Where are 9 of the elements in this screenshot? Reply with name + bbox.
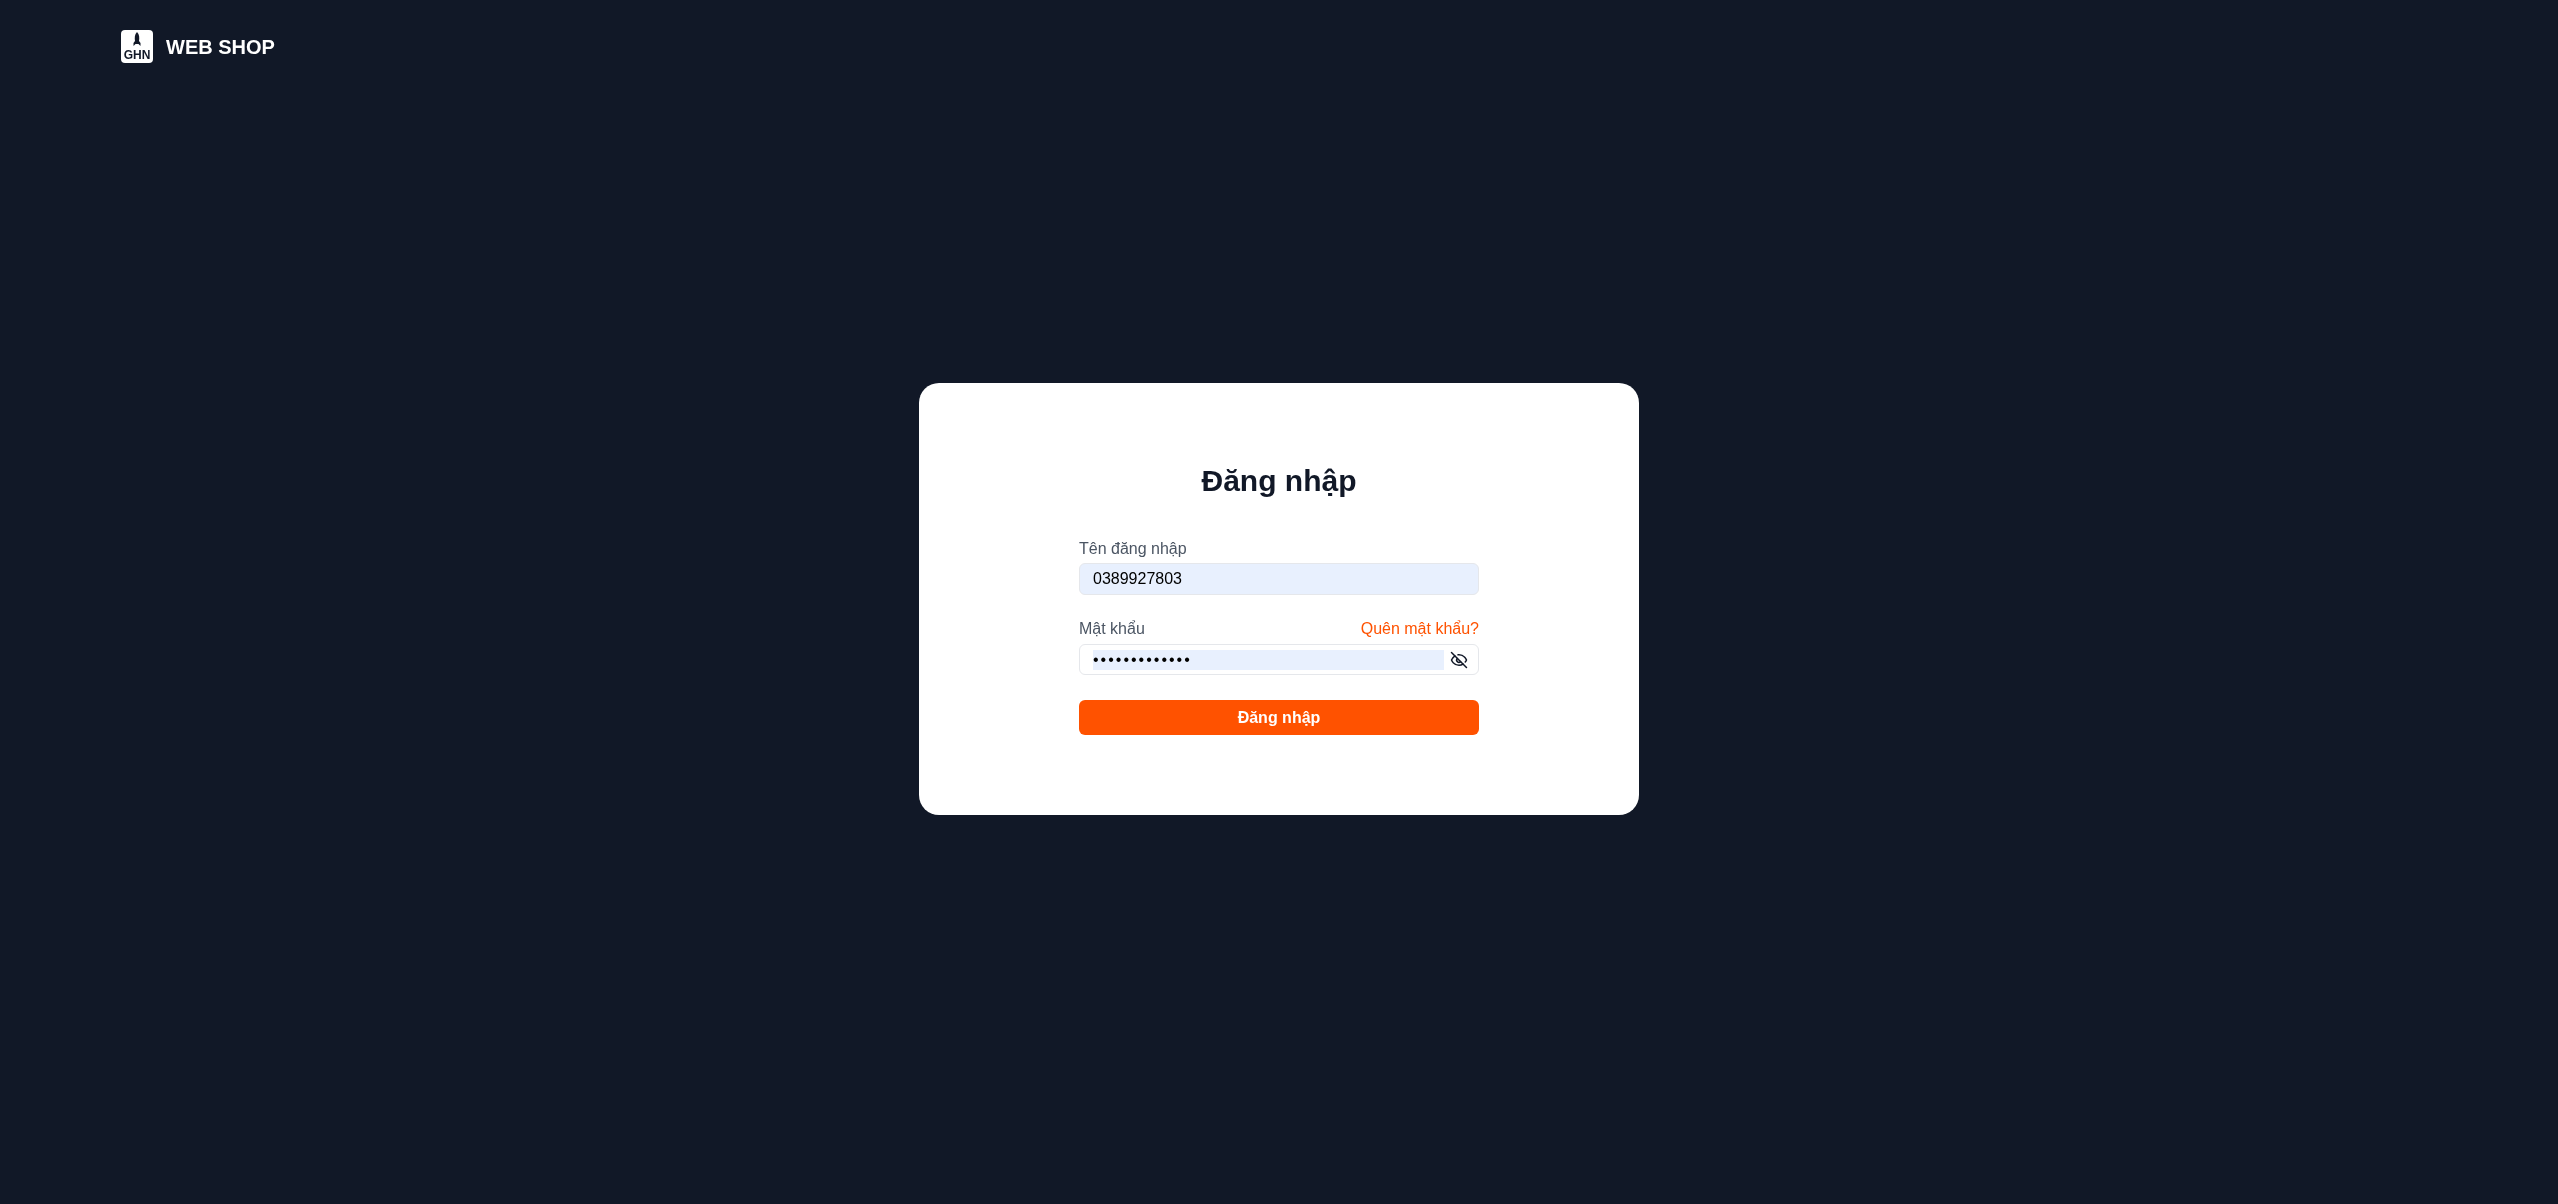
eye-slash-icon[interactable]: [1450, 650, 1468, 669]
field-label: Mật khẩu: [1079, 619, 1145, 639]
logo-badge-text: GHN: [123, 49, 151, 61]
username-field[interactable]: 0389927803: [1079, 563, 1479, 595]
login-title: Đăng nhập: [1200, 463, 1358, 499]
logo-text: WEB SHOP: [166, 34, 275, 59]
password-field[interactable]: •••••••••••••: [1079, 644, 1479, 675]
field-label: Tên đăng nhập: [1079, 539, 1187, 559]
rocket-icon: [132, 32, 142, 46]
